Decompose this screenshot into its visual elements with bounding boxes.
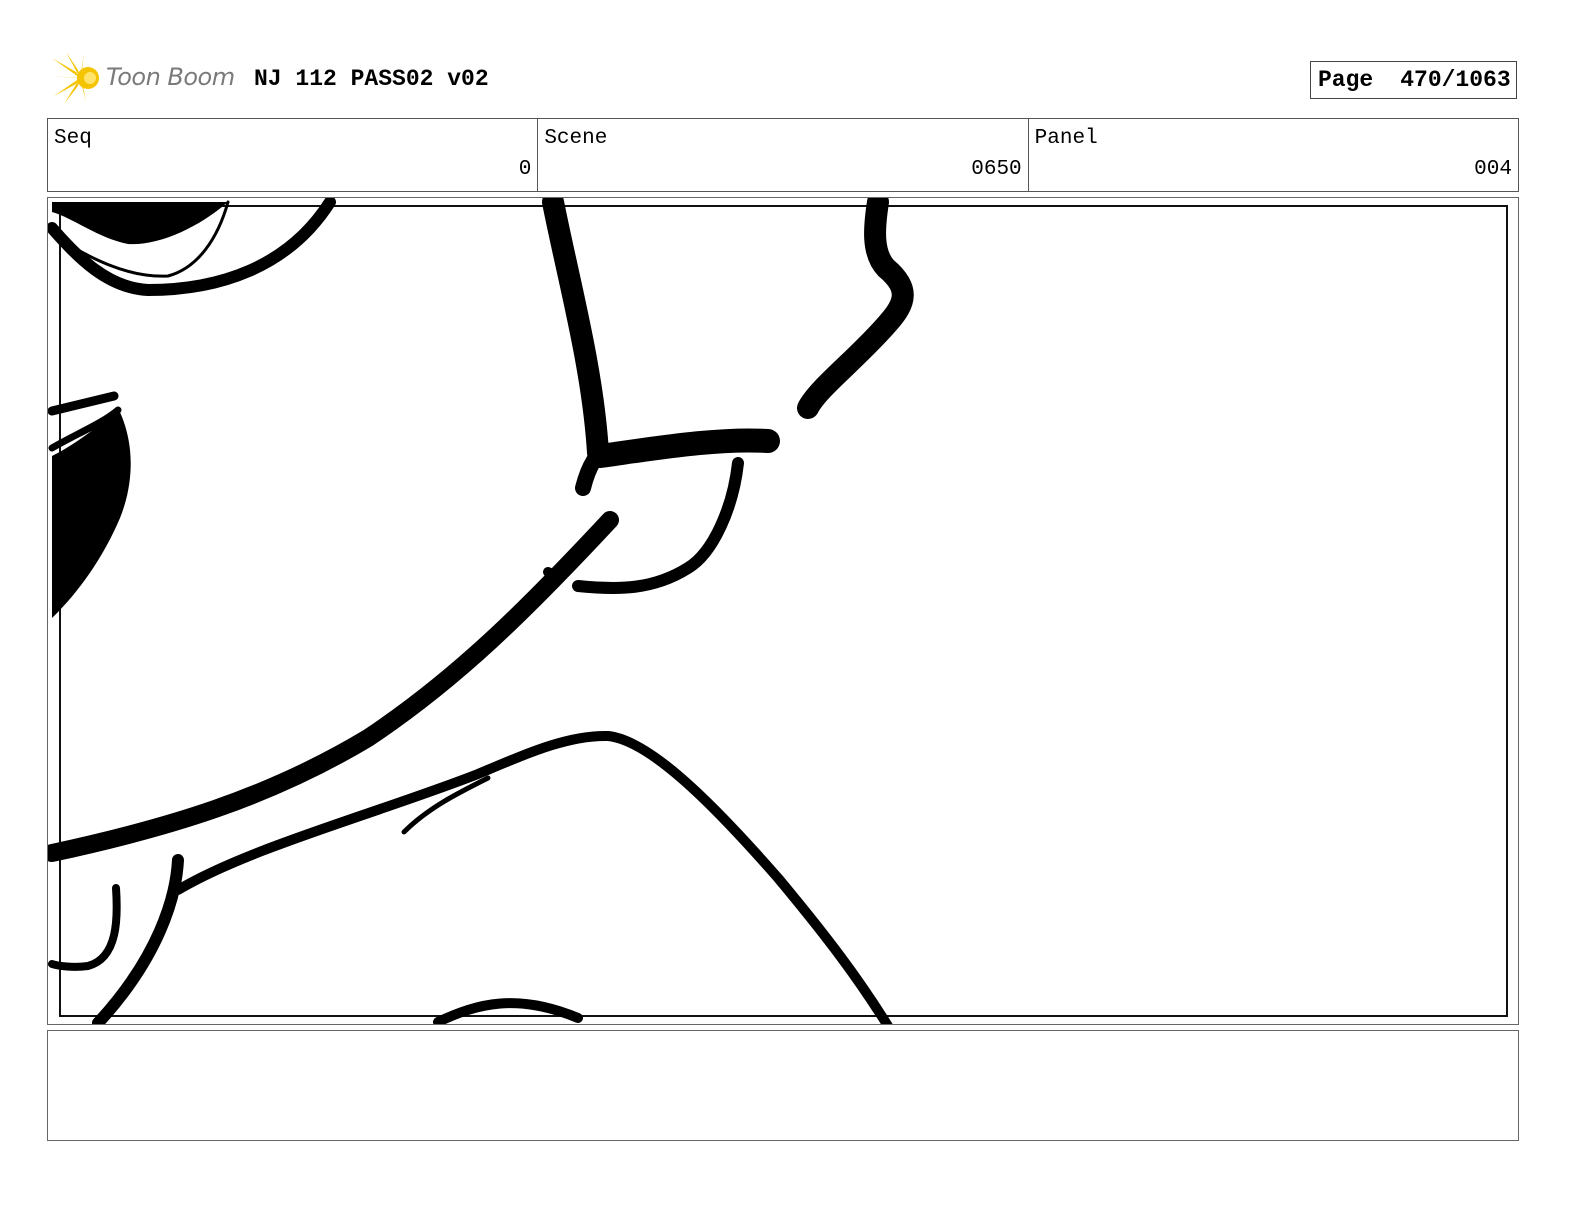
seq-label: Seq: [54, 127, 92, 150]
panel-drawing: [48, 198, 914, 1024]
starburst-icon: [50, 52, 99, 104]
logo-text: Toon Boom: [106, 63, 235, 91]
seq-cell: Seq 0: [48, 119, 539, 191]
page-indicator: Page 470/1063: [1310, 61, 1517, 99]
page-number: 470/1063: [1400, 67, 1511, 93]
shot-info-row: Seq 0 Scene 0650 Panel 004: [47, 118, 1519, 192]
panel-value: 004: [1474, 158, 1512, 181]
panel-cell: Panel 004: [1029, 119, 1518, 191]
seq-value: 0: [518, 158, 532, 181]
project-title: NJ 112 PASS02 v02: [254, 66, 489, 92]
scene-label: Scene: [544, 127, 608, 150]
storyboard-panel: [47, 197, 1519, 1025]
page-label: Page: [1318, 67, 1374, 93]
scene-cell: Scene 0650: [538, 119, 1029, 191]
scene-value: 0650: [971, 158, 1022, 181]
dialogue-notes-box: [47, 1030, 1519, 1141]
panel-label: Panel: [1034, 127, 1098, 150]
toon-boom-logo: Toon Boom: [50, 50, 240, 108]
